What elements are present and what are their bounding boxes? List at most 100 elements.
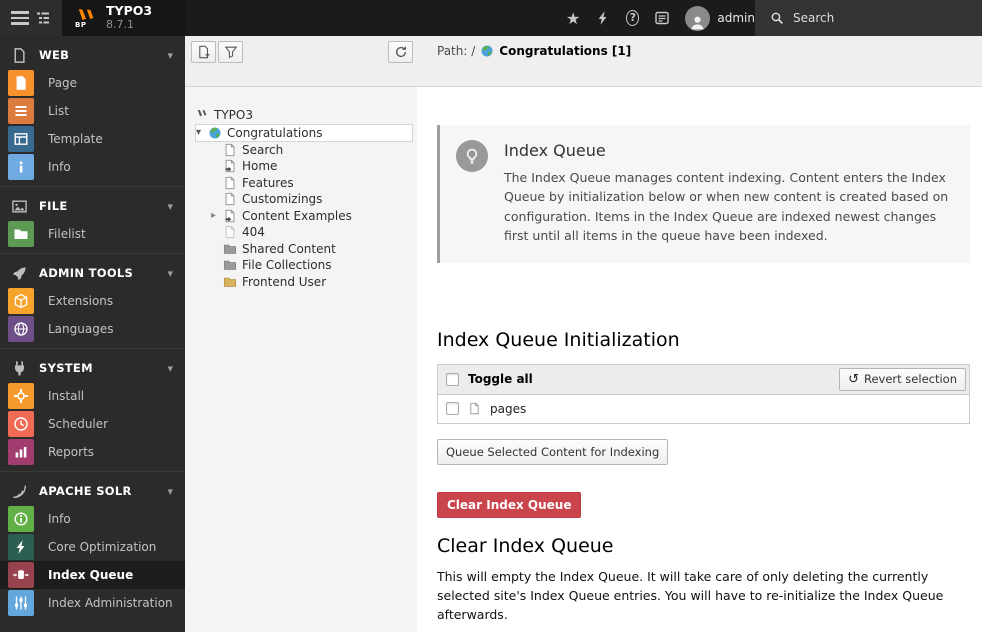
- languages-module-icon: [8, 316, 34, 342]
- path-label: Path: /: [437, 44, 476, 58]
- index-administration-module-icon: [8, 590, 34, 616]
- chevron-down-icon: [167, 199, 173, 213]
- sidebar-item-core-optimization[interactable]: Core Optimization: [0, 533, 185, 561]
- tree-item-label: Features: [242, 175, 294, 190]
- toggle-all-label: Toggle all: [468, 372, 533, 386]
- row-label: pages: [490, 401, 527, 416]
- sidebar-item-label: Languages: [48, 322, 114, 336]
- tree-item-label: Content Examples: [242, 208, 352, 223]
- chevron-down-icon: [167, 266, 173, 280]
- sidebar-item-label: Core Optimization: [48, 540, 157, 554]
- section-label: ADMIN TOOLS: [39, 266, 134, 280]
- tree-item-label: Shared Content: [242, 241, 336, 256]
- section-header-file[interactable]: FILE: [0, 192, 185, 220]
- sidebar-item-label: Scheduler: [48, 417, 109, 431]
- tree-item-search[interactable]: Search: [195, 142, 415, 159]
- sidebar-item-template[interactable]: Template: [0, 125, 185, 153]
- filter-button[interactable]: [218, 41, 243, 63]
- chevron-down-icon: [167, 361, 173, 375]
- section-admin-tools: ADMIN TOOLS Extensions Languages: [0, 253, 185, 348]
- sidebar-item-scheduler[interactable]: Scheduler: [0, 410, 185, 438]
- section-system: SYSTEM Install Scheduler Reports: [0, 348, 185, 471]
- logo-badge: BP: [75, 21, 87, 29]
- sidebar-item-solr-info[interactable]: Info: [0, 505, 185, 533]
- sidebar-item-label: Reports: [48, 445, 95, 459]
- product-name: TYPO3: [106, 3, 153, 19]
- page-icon: [223, 192, 237, 206]
- sidebar-item-label: List: [48, 104, 69, 118]
- navigation-toggle-icon[interactable]: [34, 9, 52, 27]
- sidebar-item-index-administration[interactable]: Index Administration: [0, 589, 185, 617]
- clear-index-queue-button[interactable]: Clear Index Queue: [437, 491, 582, 518]
- expand-caret-icon[interactable]: [211, 210, 223, 221]
- extensions-module-icon: [8, 288, 34, 314]
- top-bar: BP TYPO3 8.7.1 admin Search: [0, 0, 982, 36]
- tree-item-file-collections[interactable]: File Collections: [195, 257, 415, 274]
- module-menu: WEB Page List Template Info FILE Filelis…: [0, 36, 185, 632]
- section-header-web[interactable]: WEB: [0, 41, 185, 69]
- new-page-button[interactable]: [191, 41, 216, 63]
- bookmarks-icon[interactable]: [566, 9, 580, 27]
- tree-item-404[interactable]: 404: [195, 224, 415, 241]
- avatar: [685, 5, 711, 31]
- sidebar-item-page[interactable]: Page: [0, 69, 185, 97]
- collapse-caret-icon[interactable]: [196, 127, 208, 138]
- topbar-toggle-zone: [0, 0, 62, 36]
- sidebar-item-label: Template: [48, 132, 103, 146]
- section-header-apache-solr[interactable]: APACHE SOLR: [0, 477, 185, 505]
- tree-item-home[interactable]: Home: [195, 158, 415, 175]
- tree-item-label: 404: [242, 225, 265, 240]
- topbar-logo[interactable]: BP TYPO3 8.7.1: [62, 0, 185, 36]
- revert-button-label: Revert selection: [863, 372, 957, 386]
- tree-item-content-examples[interactable]: Content Examples: [195, 208, 415, 225]
- sidebar-item-list[interactable]: List: [0, 97, 185, 125]
- tree-item-congratulations[interactable]: Congratulations: [195, 123, 413, 142]
- clear-heading: Clear Index Queue: [437, 534, 614, 557]
- file-section-icon: [11, 198, 28, 215]
- sidebar-item-label: Install: [48, 389, 85, 403]
- solr-info-module-icon: [8, 506, 34, 532]
- product-version: 8.7.1: [106, 17, 134, 31]
- breadcrumb-page-title[interactable]: Congratulations [1]: [499, 44, 631, 58]
- tree-item-frontend-user[interactable]: Frontend User: [195, 274, 415, 291]
- queue-selected-content-button[interactable]: Queue Selected Content for Indexing: [437, 438, 669, 465]
- sidebar-item-index-queue[interactable]: Index Queue: [0, 561, 185, 589]
- tree-root[interactable]: TYPO3: [195, 107, 415, 124]
- plug-icon: [11, 360, 28, 377]
- tree-item-shared-content[interactable]: Shared Content: [195, 241, 415, 258]
- typo3-root-icon: [195, 108, 209, 122]
- record-page-icon: [468, 401, 481, 416]
- list-module-icon: [8, 98, 34, 124]
- pages-checkbox[interactable]: [446, 402, 459, 415]
- menu-toggle-icon[interactable]: [10, 11, 29, 25]
- hidden-page-icon: [223, 225, 237, 239]
- sidebar-item-extensions[interactable]: Extensions: [0, 287, 185, 315]
- page-icon: [223, 176, 237, 190]
- revert-selection-button[interactable]: Revert selection: [839, 367, 966, 391]
- refresh-icon: [394, 45, 408, 59]
- tree-item-label: File Collections: [242, 258, 332, 273]
- sidebar-item-filelist[interactable]: Filelist: [0, 220, 185, 248]
- tree-item-label: Customizings: [242, 192, 323, 207]
- sidebar-item-info[interactable]: Info: [0, 153, 185, 181]
- opendocs-icon[interactable]: [654, 9, 670, 27]
- clear-cache-icon[interactable]: [595, 9, 611, 27]
- globe-page-icon: [208, 126, 222, 140]
- filter-icon: [224, 45, 238, 59]
- sidebar-item-reports[interactable]: Reports: [0, 438, 185, 466]
- section-header-system[interactable]: SYSTEM: [0, 354, 185, 382]
- sidebar-item-languages[interactable]: Languages: [0, 315, 185, 343]
- toggle-all-checkbox[interactable]: [446, 372, 459, 386]
- section-label: WEB: [39, 48, 70, 62]
- refresh-tree-button[interactable]: [388, 41, 413, 63]
- user-menu[interactable]: admin: [685, 5, 755, 31]
- section-label: APACHE SOLR: [39, 484, 132, 498]
- help-icon[interactable]: [626, 10, 640, 26]
- tree-item-features[interactable]: Features: [195, 175, 415, 192]
- content-area: Index Queue The Index Queue manages cont…: [417, 87, 982, 632]
- sidebar-item-install[interactable]: Install: [0, 382, 185, 410]
- tree-item-customizings[interactable]: Customizings: [195, 191, 415, 208]
- section-header-admin-tools[interactable]: ADMIN TOOLS: [0, 259, 185, 287]
- topbar-search[interactable]: Search: [755, 0, 982, 36]
- sidebar-item-label: Page: [48, 76, 78, 90]
